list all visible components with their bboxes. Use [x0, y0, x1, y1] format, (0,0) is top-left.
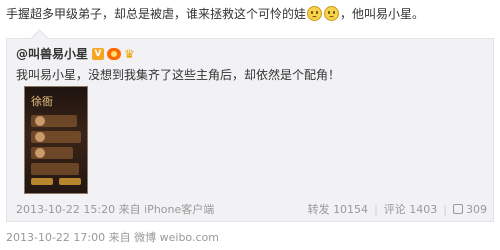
divider: | [443, 202, 447, 216]
post-source-prefix: 来自 [108, 231, 131, 244]
post-source-link[interactable]: 微博 weibo.com [134, 231, 219, 244]
sad-face-icon [324, 6, 340, 21]
divider: | [374, 202, 378, 216]
thumbnail-avatar [35, 148, 45, 158]
vip-badge-icon[interactable] [107, 47, 122, 60]
like-count: 309 [466, 202, 487, 216]
repost-timestamp-link[interactable]: 2013-10-22 15:20 [16, 203, 115, 216]
repost-image-thumbnail[interactable]: 徐衙 [24, 86, 88, 194]
post-text-main: 手握超多甲级弟子，却总是被虐，谁来拯救这个可怜的娃 [6, 7, 307, 21]
post-text: 手握超多甲级弟子，却总是被虐，谁来拯救这个可怜的娃 ，他叫易小星。 [6, 5, 424, 23]
thumbs-up-icon [453, 203, 463, 214]
post-footer-meta: 2013-10-22 17:00 来自 微博 weibo.com [6, 229, 219, 245]
thumbnail-avatar [35, 116, 45, 126]
comment-label: 评论 [383, 203, 406, 216]
post-timestamp-link[interactable]: 2013-10-22 17:00 [6, 231, 105, 244]
repost-button[interactable]: 转发 10154 [308, 201, 369, 217]
repost-count: 10154 [333, 203, 369, 216]
thumbnail-button [31, 178, 53, 185]
thumbnail-title: 徐衙 [31, 95, 53, 108]
post-text-tail: ，他叫易小星。 [340, 7, 425, 21]
repost-source-prefix: 来自 [118, 203, 141, 216]
repost-meta: 2013-10-22 15:20 来自 iPhone客户端 [16, 201, 214, 217]
thumbnail-avatar [35, 132, 45, 142]
repost-card: @叫兽易小星 V ♛ 我叫易小星，没想到我集齐了这些主角后，却依然是个配角！ 徐… [6, 38, 494, 222]
repost-label: 转发 [307, 203, 330, 216]
repost-author-row: @叫兽易小星 V ♛ [16, 45, 135, 62]
sad-face-icon [307, 6, 323, 21]
crown-icon[interactable]: ♛ [124, 48, 135, 60]
like-button[interactable]: 309 [453, 203, 487, 216]
verified-badge-icon[interactable]: V [92, 47, 105, 60]
repost-source-link[interactable]: iPhone客户端 [144, 203, 214, 216]
comment-button[interactable]: 评论 1403 [384, 201, 438, 217]
repost-text: 我叫易小星，没想到我集齐了这些主角后，却依然是个配角！ [16, 68, 341, 82]
repost-author-link[interactable]: @叫兽易小星 [16, 45, 88, 62]
comment-count: 1403 [409, 203, 438, 216]
repost-actions: 转发 10154 | 评论 1403 | 309 [308, 201, 487, 217]
thumbnail-row [31, 163, 79, 175]
thumbnail-button [59, 178, 81, 185]
